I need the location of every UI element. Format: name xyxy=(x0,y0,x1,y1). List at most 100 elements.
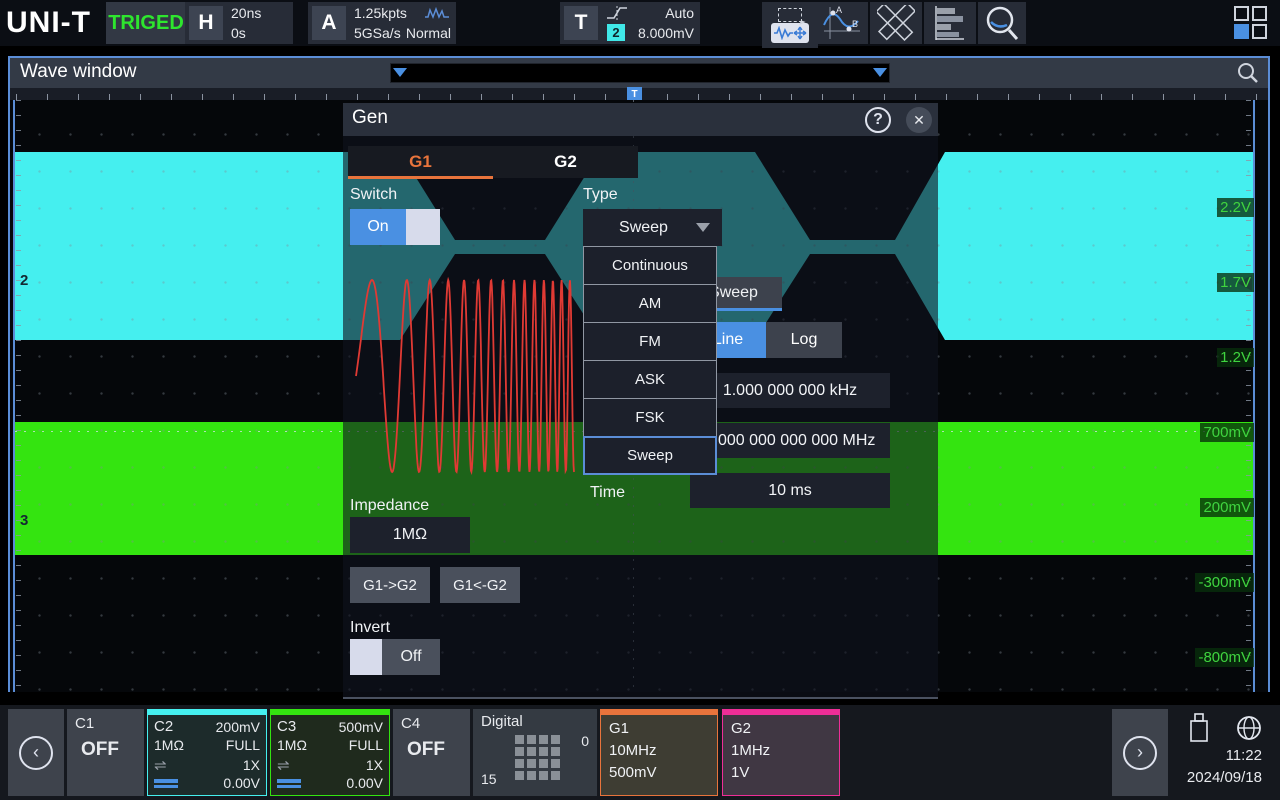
sweep-time-label: Time xyxy=(590,484,625,502)
cursor-measure-button[interactable]: A B xyxy=(816,2,868,44)
coupling-icon: ⇌ xyxy=(154,756,167,774)
channel4-card[interactable]: C4 OFF xyxy=(393,709,470,796)
impedance-button[interactable]: 1MΩ xyxy=(350,517,470,553)
plot-left-border xyxy=(13,100,15,692)
plot-right-border xyxy=(1253,100,1255,692)
switch-knob xyxy=(406,209,440,245)
generator2-card[interactable]: G2 1MHz 1V xyxy=(722,709,840,796)
g1-frequency: 10MHz xyxy=(609,742,657,759)
help-button[interactable]: ? xyxy=(865,107,891,133)
horizontal-offset-value: 0s xyxy=(231,25,246,41)
volt-label: -300mV xyxy=(1195,573,1254,592)
digital-label: Digital xyxy=(481,713,523,730)
g2-amplitude: 1V xyxy=(731,764,749,781)
channel3-probe: 1X xyxy=(366,757,383,773)
channel2-scale: 200mV xyxy=(216,719,260,735)
overview-right-marker-icon[interactable] xyxy=(873,68,887,77)
copy-g2-to-g1-button[interactable]: G1<-G2 xyxy=(440,567,520,603)
sweep-time-field[interactable]: 10 ms xyxy=(690,473,890,508)
dialog-title-bar: Gen ? ✕ xyxy=(343,103,938,136)
invert-knob xyxy=(350,639,382,675)
acquire-waveform-icon xyxy=(424,6,450,20)
g2-frequency: 1MHz xyxy=(731,742,770,759)
digital-card[interactable]: Digital 0 15 xyxy=(473,709,597,796)
memory-depth-value: 1.25kpts xyxy=(354,5,407,21)
chevron-down-icon xyxy=(696,223,710,232)
trigger-level-value: 8.000mV xyxy=(638,25,694,41)
bw-limit-icon xyxy=(277,779,301,788)
channel2-offset: 0.00V xyxy=(223,775,260,791)
channel2-tag[interactable]: 2 xyxy=(20,272,28,289)
scroll-left-button[interactable]: ‹ xyxy=(8,709,64,796)
clock-time: 11:22 xyxy=(1226,747,1262,764)
generator1-card[interactable]: G1 10MHz 500mV xyxy=(600,709,718,796)
trigger-label: T xyxy=(564,6,598,40)
acquire-settings-block[interactable]: A 1.25kpts 5GSa/s Normal xyxy=(308,2,456,44)
stop-frequency-field[interactable]: 1.000 000 000 000 MHz xyxy=(690,423,890,458)
channel1-name: C1 xyxy=(75,715,94,732)
trigger-mode-value: Auto xyxy=(665,5,694,21)
option-ask[interactable]: ASK xyxy=(583,360,717,399)
switch-label: Switch xyxy=(350,186,397,204)
option-sweep[interactable]: Sweep xyxy=(583,436,717,475)
scroll-right-button[interactable]: › xyxy=(1112,709,1168,796)
channel3-tag[interactable]: 3 xyxy=(20,512,28,529)
wave-zoom-icon[interactable] xyxy=(1236,61,1260,85)
start-frequency-field[interactable]: 1.000 000 000 kHz xyxy=(690,373,890,408)
channel1-card[interactable]: C1 OFF xyxy=(67,709,144,796)
acquire-label: A xyxy=(312,6,346,40)
coupling-icon: ⇌ xyxy=(277,756,290,774)
tab-g2[interactable]: G2 xyxy=(493,146,638,178)
overview-left-marker-icon[interactable] xyxy=(393,68,407,77)
trigger-status-badge: TRIGED xyxy=(106,2,186,44)
option-fm[interactable]: FM xyxy=(583,322,717,361)
switch-toggle[interactable]: On xyxy=(350,209,440,245)
cursor-select-tool-button[interactable] xyxy=(762,2,818,48)
g2-name: G2 xyxy=(731,720,751,737)
clock-date: 2024/09/18 xyxy=(1187,769,1262,786)
horizontal-label: H xyxy=(189,6,223,40)
tab-g1[interactable]: G1 xyxy=(348,146,493,178)
option-am[interactable]: AM xyxy=(583,284,717,323)
copy-g1-to-g2-button[interactable]: G1->G2 xyxy=(350,567,430,603)
sample-rate-value: 5GSa/s xyxy=(354,25,401,41)
measure-tool-button[interactable] xyxy=(870,2,922,44)
ab-cursor-icon: A B xyxy=(822,5,862,41)
volt-label: 200mV xyxy=(1200,498,1254,517)
svg-text:B: B xyxy=(852,19,858,29)
left-scale-ticks xyxy=(16,100,21,692)
network-icon xyxy=(1236,715,1262,741)
search-tool-button[interactable] xyxy=(978,2,1026,44)
trigger-slope-icon xyxy=(606,5,630,21)
chevron-right-icon: › xyxy=(1123,736,1157,770)
channel3-name: C3 xyxy=(277,718,296,735)
system-status-tile[interactable]: 11:22 2024/09/18 xyxy=(1170,709,1272,796)
acquire-mode-value: Normal xyxy=(406,25,451,41)
trigger-source-badge: 2 xyxy=(607,24,625,41)
chevron-left-icon: ‹ xyxy=(19,736,53,770)
waveform-overview-bar[interactable] xyxy=(390,63,890,83)
invert-off-state: Off xyxy=(382,639,440,675)
close-button[interactable]: ✕ xyxy=(906,107,932,133)
channel3-bandwidth: FULL xyxy=(349,737,383,753)
window-layout-button[interactable] xyxy=(1234,6,1268,40)
horizontal-settings-block[interactable]: H 20ns 0s xyxy=(185,2,293,44)
volt-label: 1.2V xyxy=(1217,348,1254,367)
dialog-title: Gen xyxy=(352,107,388,129)
histogram-icon xyxy=(932,5,968,41)
channel2-card[interactable]: C2200mV 1MΩFULL ⇌1X 0.00V xyxy=(147,709,267,796)
option-continuous[interactable]: Continuous xyxy=(583,246,717,285)
channel2-impedance: 1MΩ xyxy=(154,737,184,753)
sweep-log-button[interactable]: Log xyxy=(766,322,842,358)
invert-toggle[interactable]: Off xyxy=(350,639,440,675)
layout-square-icon xyxy=(1234,6,1249,21)
histogram-tool-button[interactable] xyxy=(924,2,976,44)
type-dropdown[interactable]: Sweep xyxy=(583,209,722,246)
right-scale-ticks xyxy=(1246,100,1251,692)
channel3-card[interactable]: C3500mV 1MΩFULL ⇌1X 0.00V xyxy=(270,709,390,796)
active-tab-underline xyxy=(348,176,493,179)
trigger-position-marker[interactable]: T xyxy=(627,87,642,101)
channel4-state: OFF xyxy=(407,739,445,761)
option-fsk[interactable]: FSK xyxy=(583,398,717,437)
trigger-settings-block[interactable]: T 2 Auto 8.000mV xyxy=(560,2,700,44)
